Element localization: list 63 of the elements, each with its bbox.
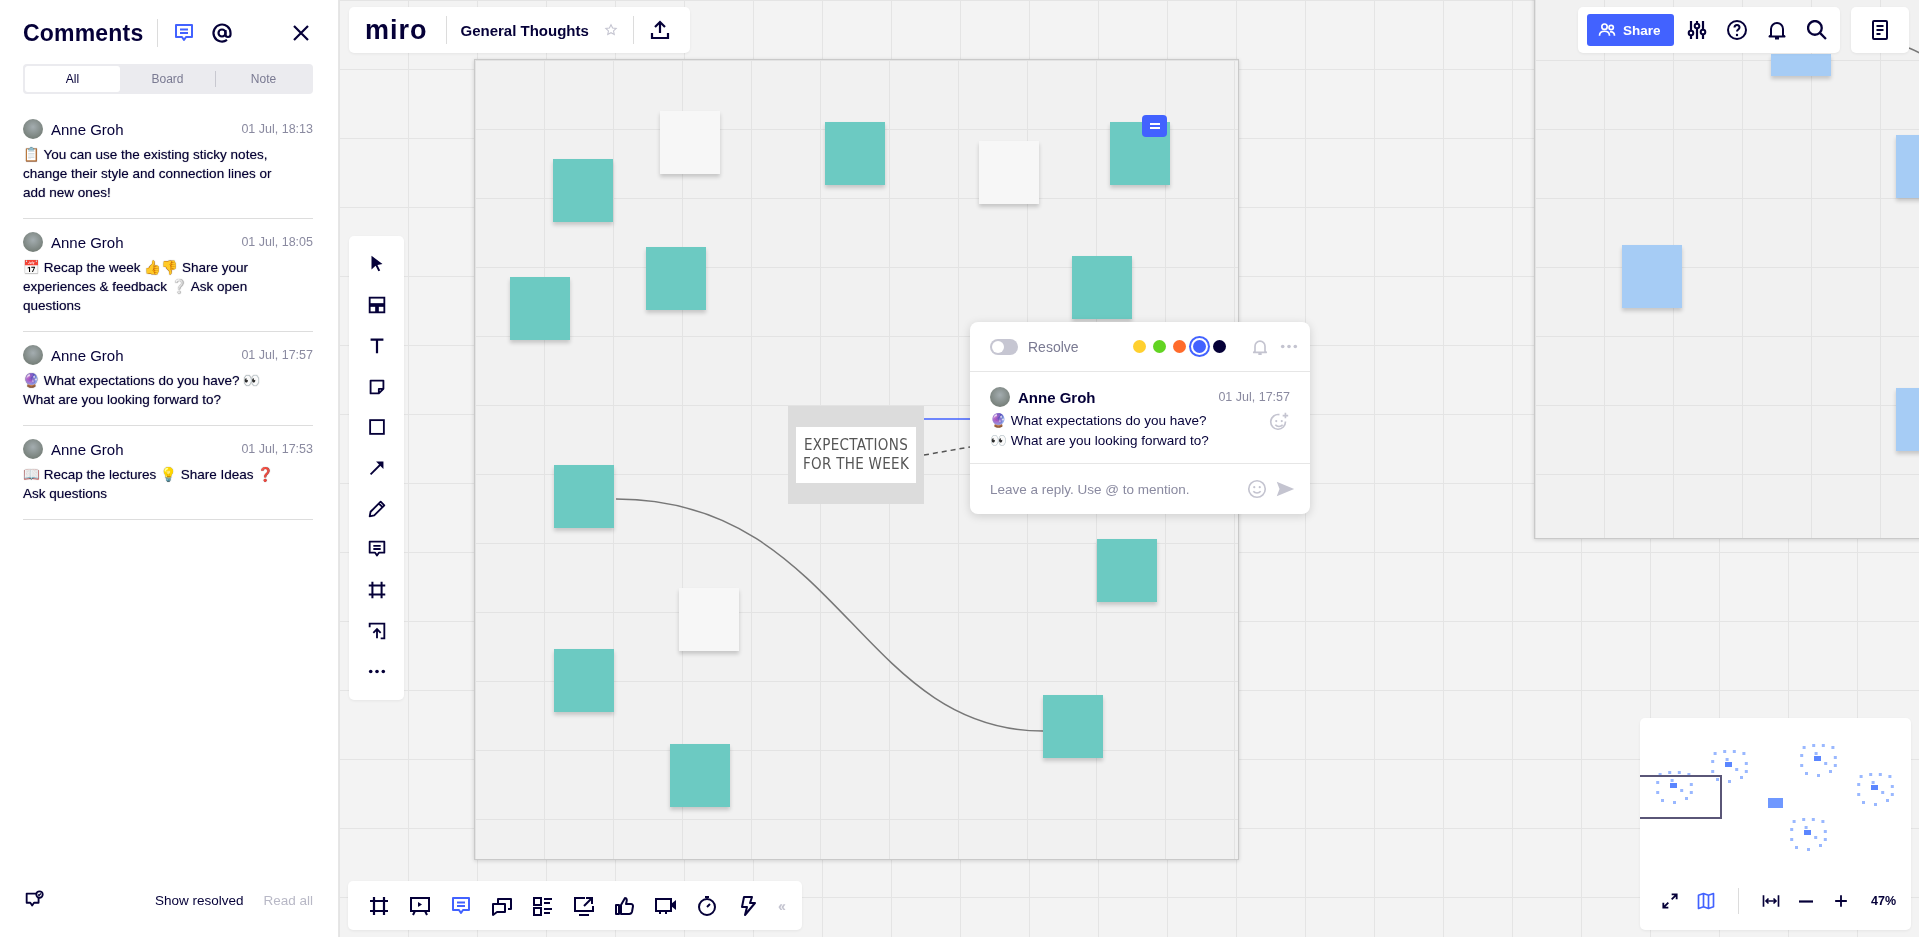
zoom-out-button[interactable]	[1797, 899, 1815, 903]
lines-icon	[1148, 123, 1161, 129]
dashed-line	[923, 446, 971, 456]
filter-tab[interactable]: Note	[216, 66, 311, 92]
comment-item[interactable]: Anne Groh 01 Jul, 17:57 🔮 What expectations do you have? 👀 What are you looking forward to?	[23, 332, 313, 426]
filter-tab[interactable]: Board	[120, 66, 215, 92]
comment-text: 🔮 What expectations do you have? 👀 What are you looking forward to?	[23, 372, 262, 409]
more-icon	[367, 669, 386, 675]
star-icon	[602, 22, 619, 38]
panel-title: Comments	[23, 19, 144, 47]
avatar	[23, 232, 43, 252]
avatar	[990, 387, 1010, 407]
comment-item[interactable]: Anne Groh 01 Jul, 18:05 📅 Recap the week 👍👎 Share your experiences & feedback ❔ Ask open questions	[23, 219, 313, 332]
mentions-filter-button[interactable]	[210, 21, 235, 45]
comment-time: 01 Jul, 17:53	[241, 442, 313, 456]
comment-text: 🔮 What expectations do you have?	[990, 412, 1208, 430]
comment-item[interactable]: Anne Groh 01 Jul, 18:13 📋 You can use the existing sticky notes, change their style and connection lines or add new ones!	[23, 106, 313, 219]
more-icon	[1280, 344, 1298, 349]
share-button[interactable]: Share	[1587, 14, 1674, 46]
comment-item[interactable]: Anne Groh 01 Jul, 17:53 📖 Recap the lectures 💡 Share Ideas ❓ Ask questions	[23, 426, 313, 520]
color-dot[interactable]	[1193, 340, 1206, 353]
sticky-note[interactable]	[1110, 122, 1170, 185]
resolve-toggle[interactable]	[990, 338, 1018, 355]
color-dot[interactable]	[1153, 340, 1166, 353]
resolve-label: Resolve	[1028, 338, 1079, 355]
minimap-button[interactable]	[1696, 891, 1716, 911]
comment-time: 01 Jul, 18:05	[241, 235, 313, 249]
author-name: Anne Groh	[51, 120, 125, 138]
filter-tab[interactable]: All	[25, 66, 120, 92]
comment-time: 01 Jul, 17:57	[1218, 390, 1290, 404]
mentions-filter-icon	[210, 21, 235, 45]
comment-text: 📅 Recap the week 👍👎 Share your experiences & feedback ❔ Ask open questions	[23, 259, 250, 315]
help-icon	[1724, 18, 1749, 42]
color-dot[interactable]	[1133, 340, 1146, 353]
board-title[interactable]: General Thoughts	[460, 21, 589, 39]
logo[interactable]: miro	[365, 14, 432, 46]
zoom-level[interactable]: 47%	[1871, 894, 1897, 908]
author-name: Anne Groh	[51, 233, 125, 251]
expand-icon	[1660, 891, 1680, 911]
comment-time: 01 Jul, 17:57	[241, 348, 313, 362]
show-resolved-link[interactable]: Show resolved	[154, 892, 244, 908]
avatar	[23, 439, 43, 459]
image-text: EXPECTATIONS	[803, 436, 909, 455]
star-button[interactable]	[602, 22, 619, 38]
comment-marker[interactable]	[1142, 115, 1167, 137]
fullscreen-button[interactable]	[1660, 891, 1680, 911]
comment-time: 01 Jul, 18:13	[241, 122, 313, 136]
author-name: Anne Groh	[1018, 388, 1097, 406]
comment-text: 👀 What are you looking forward to?	[990, 432, 1210, 450]
search-icon	[1806, 20, 1827, 40]
smiley-icon	[1246, 478, 1268, 500]
color-dot[interactable]	[1213, 340, 1226, 353]
image-text: FOR THE WEEK	[802, 455, 910, 474]
author-name: Anne Groh	[51, 346, 125, 364]
color-dot[interactable]	[1173, 340, 1186, 353]
comment-text: 📋 You can use the existing sticky notes, change their style and connection lines or add new ones!	[23, 146, 273, 202]
comment-text: 📖 Recap the lectures 💡 Share Ideas ❓ Ask questions	[23, 466, 276, 503]
avatar	[23, 345, 43, 365]
author-name: Anne Groh	[51, 440, 125, 458]
minus-icon	[1797, 899, 1815, 903]
smiley-plus-icon	[1268, 411, 1290, 433]
avatar	[23, 119, 43, 139]
map-icon	[1696, 891, 1716, 911]
